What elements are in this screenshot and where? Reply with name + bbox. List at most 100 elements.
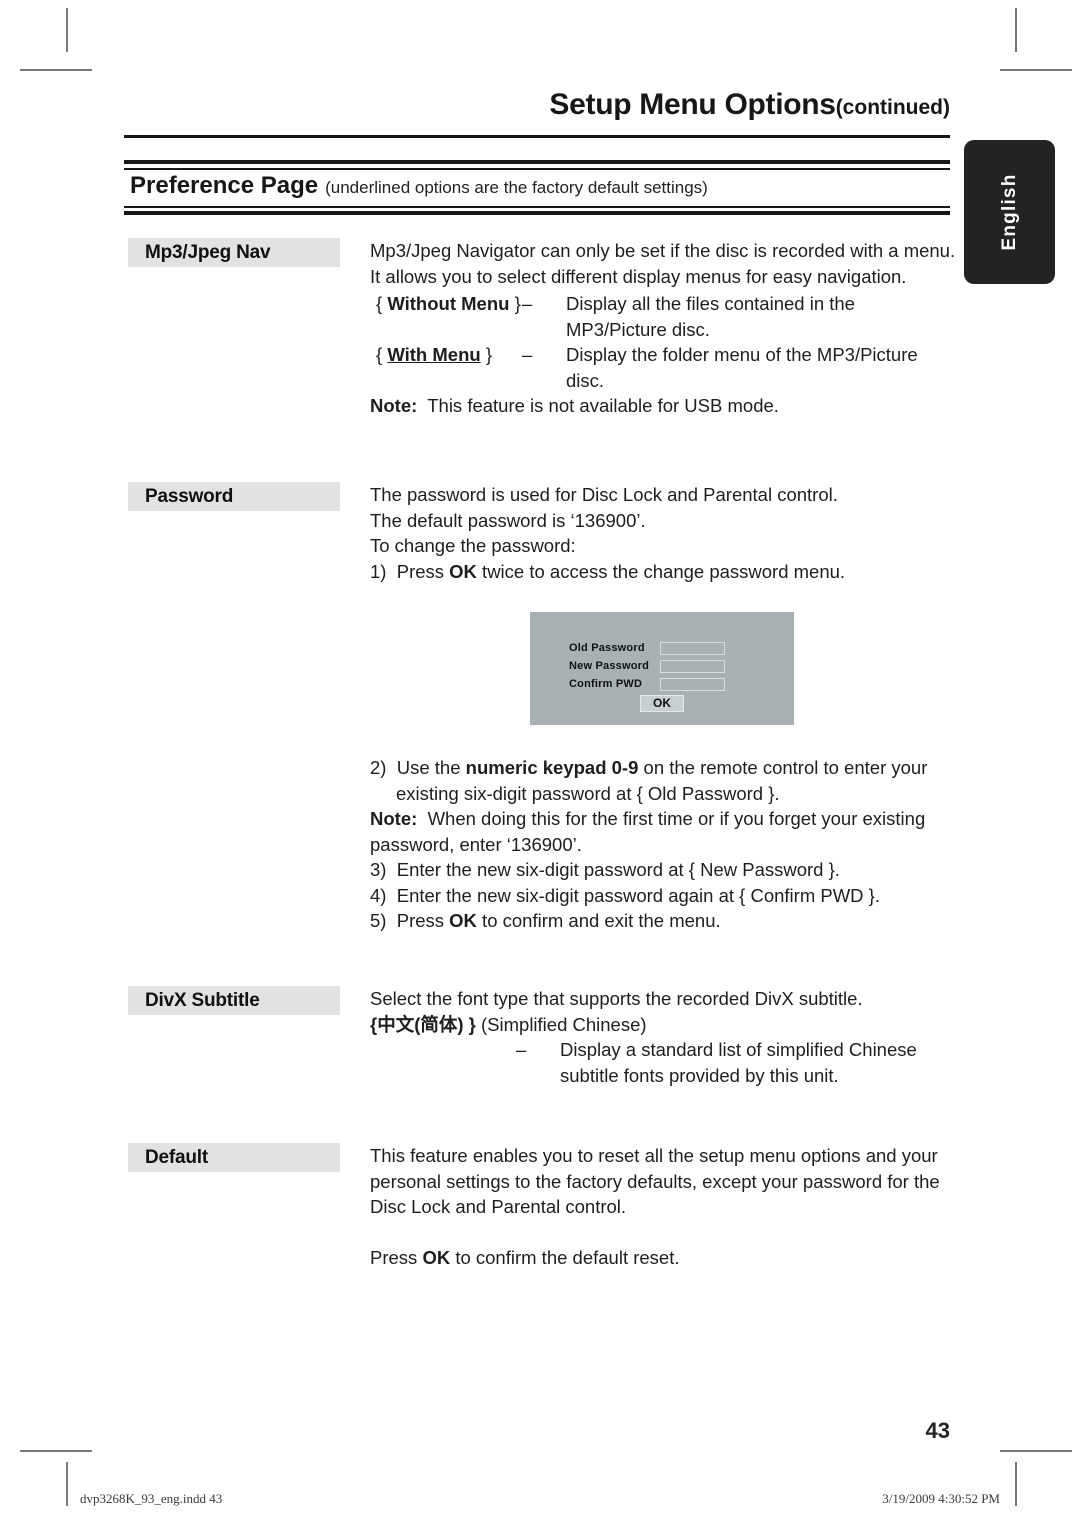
osd-input-confirm-pwd[interactable] bbox=[660, 677, 725, 691]
option-row-without-menu: { Without Menu } – Display all the files… bbox=[370, 291, 960, 342]
osd-ok-button-wrapper: OK bbox=[530, 694, 794, 712]
option-name-with-menu: With Menu bbox=[387, 344, 481, 365]
language-tab-english: English bbox=[964, 140, 1055, 284]
password-steps-body: 2) Use the numeric keypad 0-9 on the rem… bbox=[370, 755, 960, 934]
step-text-post: to confirm and exit the menu. bbox=[476, 910, 721, 931]
preference-rule-top-thick bbox=[124, 160, 950, 164]
option-description-without-menu: Display all the files contained in the M… bbox=[566, 293, 855, 340]
crop-mark-top-left-vertical bbox=[66, 8, 68, 52]
password-note: Note: When doing this for the first time… bbox=[370, 806, 960, 857]
mp3-intro-text: Mp3/Jpeg Navigator can only be set if th… bbox=[370, 240, 956, 287]
step-text-pre: Press bbox=[396, 560, 450, 582]
option-dash: – bbox=[522, 344, 533, 365]
crop-mark-bottom-left-vertical bbox=[66, 1462, 68, 1506]
crop-mark-bottom-right-vertical bbox=[1015, 1462, 1017, 1506]
option-row-with-menu: { With Menu } – Display the folder menu … bbox=[370, 342, 960, 393]
password-step-5: 5) Press OK to confirm and exit the menu… bbox=[370, 908, 960, 934]
preference-rule-bottom-thick bbox=[124, 211, 950, 215]
osd-label-confirm-pwd: Confirm PWD bbox=[569, 678, 643, 690]
section-label-text: DivX Subtitle bbox=[145, 989, 260, 1011]
password-line-1: The password is used for Disc Lock and P… bbox=[370, 484, 838, 505]
section-label-default: Default bbox=[128, 1143, 340, 1172]
default-text-pre: Press bbox=[370, 1246, 423, 1268]
section-body-divx-subtitle: Select the font type that supports the r… bbox=[370, 986, 960, 1088]
osd-label-new-password: New Password bbox=[569, 660, 650, 672]
page-number: 43 bbox=[925, 1418, 950, 1443]
divx-option-caption: (Simplified Chinese) bbox=[481, 1013, 647, 1035]
osd-row-new-password: New Password bbox=[569, 658, 725, 674]
osd-row-confirm-pwd: Confirm PWD bbox=[569, 676, 725, 692]
osd-field-rows: Old Password New Password Confirm PWD bbox=[569, 640, 725, 694]
osd-change-password-dialog: Old Password New Password Confirm PWD OK bbox=[530, 612, 794, 725]
step-text-bold: OK bbox=[449, 560, 477, 582]
step-text-bold: OK bbox=[449, 910, 477, 931]
crop-mark-top-left-horizontal bbox=[20, 69, 92, 71]
preference-page-subtitle: (underlined options are the factory defa… bbox=[325, 178, 708, 197]
osd-input-new-password[interactable] bbox=[660, 659, 725, 673]
preference-rule-bottom-thin bbox=[124, 206, 950, 208]
note-label: Note: bbox=[370, 395, 418, 416]
crop-mark-top-right-horizontal bbox=[1000, 69, 1072, 71]
preference-page-banner: Preference Page (underlined options are … bbox=[130, 172, 708, 204]
password-line-2: The default password is ‘136900’. bbox=[370, 509, 646, 531]
divx-option-line: {中文(简体) } (Simplified Chinese) bbox=[370, 1012, 960, 1038]
crop-mark-top-right-vertical bbox=[1015, 8, 1017, 52]
step-text: Enter the new six-digit password again a… bbox=[396, 884, 881, 906]
option-name-without-menu: Without Menu bbox=[387, 293, 510, 314]
default-text-bold: OK bbox=[422, 1246, 451, 1268]
step-number: 1) bbox=[370, 560, 387, 582]
section-label-mp3-jpeg-nav: Mp3/Jpeg Nav bbox=[128, 238, 340, 267]
password-step-1: 1) Press OK twice to access the change p… bbox=[370, 559, 960, 585]
brace-open: { bbox=[376, 344, 383, 365]
osd-label-old-password: Old Password bbox=[569, 642, 645, 654]
section-body-password: The password is used for Disc Lock and P… bbox=[370, 482, 960, 584]
option-key-without-menu: { Without Menu } bbox=[376, 291, 522, 317]
crop-mark-bottom-left-horizontal bbox=[20, 1450, 92, 1452]
option-description-with-menu: Display the folder menu of the MP3/Pictu… bbox=[566, 344, 918, 391]
option-key-with-menu: { With Menu } bbox=[376, 342, 522, 368]
password-step-2: 2) Use the numeric keypad 0-9 on the rem… bbox=[370, 755, 960, 806]
step-text-bold: numeric keypad 0-9 bbox=[465, 757, 639, 778]
default-spacer bbox=[370, 1220, 960, 1245]
default-line-2: Press OK to confirm the default reset. bbox=[370, 1245, 960, 1271]
brace-close: } bbox=[514, 293, 521, 314]
section-body-mp3-jpeg-nav: Mp3/Jpeg Navigator can only be set if th… bbox=[370, 238, 960, 419]
default-text-post: to confirm the default reset. bbox=[450, 1246, 680, 1268]
divx-option-description: Display a standard list of simplified Ch… bbox=[560, 1039, 917, 1086]
step-text-post: twice to access the change password menu… bbox=[476, 560, 846, 582]
divx-line-1: Select the font type that supports the r… bbox=[370, 988, 863, 1009]
footer-timestamp: 3/19/2009 4:30:52 PM bbox=[882, 1491, 1000, 1506]
page-title-continued: (continued) bbox=[835, 96, 950, 119]
footer: dvp3268K_93_eng.indd 43 3/19/2009 4:30:5… bbox=[80, 1491, 1000, 1507]
default-line-1: This feature enables you to reset all th… bbox=[370, 1145, 940, 1217]
osd-input-old-password[interactable] bbox=[660, 641, 725, 655]
divx-option-row: – Display a standard list of simplified … bbox=[370, 1037, 960, 1088]
page-header: Setup Menu Options(continued) bbox=[124, 88, 950, 122]
password-step-3: 3) Enter the new six-digit password at {… bbox=[370, 857, 960, 883]
step-text: Enter the new six-digit password at { Ne… bbox=[396, 859, 840, 880]
brace-close: } bbox=[485, 344, 492, 365]
step-number: 4) bbox=[370, 884, 387, 906]
step-text-pre: Press bbox=[396, 910, 450, 931]
note-label: Note: bbox=[370, 808, 418, 829]
mp3-note: Note: This feature is not available for … bbox=[370, 393, 960, 419]
osd-ok-button[interactable]: OK bbox=[640, 695, 684, 712]
password-line-3: To change the password: bbox=[370, 535, 576, 556]
section-label-password: Password bbox=[128, 482, 340, 511]
preference-page-title: Preference Page bbox=[130, 172, 319, 199]
section-label-text: Default bbox=[145, 1146, 208, 1168]
osd-row-old-password: Old Password bbox=[569, 640, 725, 656]
password-step-4: 4) Enter the new six-digit password agai… bbox=[370, 883, 960, 909]
option-dash: – bbox=[522, 293, 533, 314]
step-text-pre: Use the bbox=[396, 757, 466, 778]
section-label-text: Mp3/Jpeg Nav bbox=[145, 241, 271, 263]
language-tab-label: English bbox=[998, 173, 1020, 251]
step-number: 2) bbox=[370, 757, 387, 778]
divx-option-key: {中文(简体) } bbox=[370, 1013, 476, 1035]
note-text: When doing this for the first time or if… bbox=[370, 808, 926, 855]
brace-open: { bbox=[376, 293, 383, 314]
section-label-text: Password bbox=[145, 485, 234, 507]
header-rule bbox=[124, 135, 950, 138]
crop-mark-bottom-right-horizontal bbox=[1000, 1450, 1072, 1452]
preference-rule-top-thin bbox=[124, 168, 950, 170]
